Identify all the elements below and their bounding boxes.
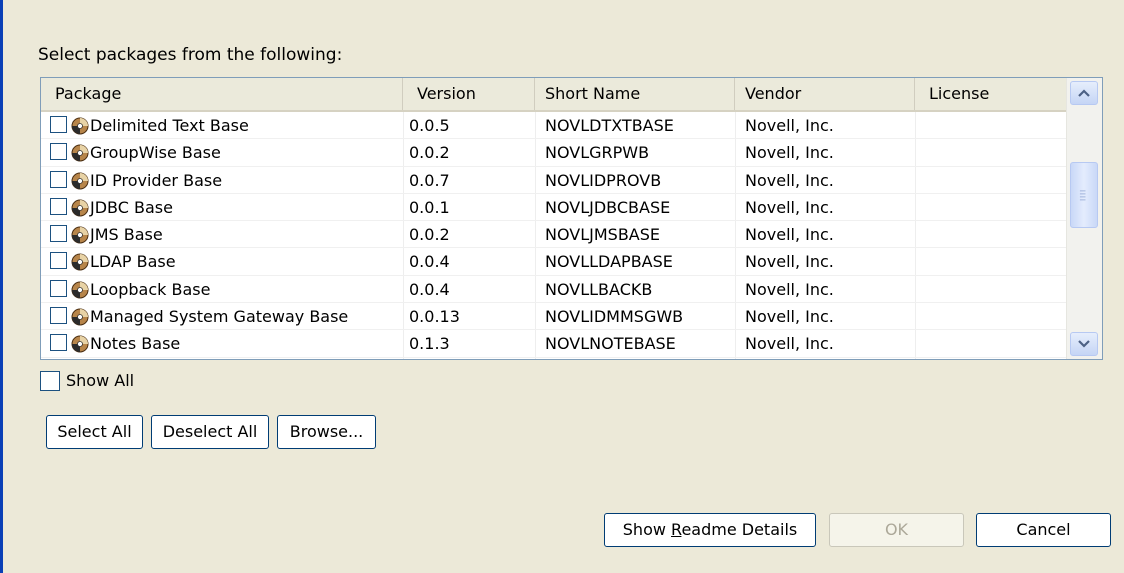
table-row[interactable]: ID Provider Base 0.0.7 NOVLIDPROVB Novell, … [41,167,1067,194]
scroll-thumb[interactable]: ─ ─ ─ ─ [1070,162,1098,228]
package-version: 0.0.13 [409,307,460,327]
package-icon [71,281,89,299]
column-header-package[interactable]: Package [41,78,403,110]
package-icon [71,226,89,244]
column-header-version[interactable]: Version [403,78,535,110]
scroll-down-arrow-icon [1078,340,1090,348]
package-short-name: NOVLJMSBASE [545,225,661,245]
package-name: Managed System Gateway Base [90,307,349,327]
grip-icon: ─ ─ ─ ─ [1080,187,1086,206]
deselect-all-button[interactable]: Deselect All [151,415,269,449]
package-short-name: NOVLJDBCBASE [545,197,671,217]
package-short-name: NOVLNOTEBASE [545,334,676,354]
table-row[interactable]: Delimited Text Base 0.0.5 NOVLDTXTBASE Nove… [41,112,1067,140]
package-name: GroupWise Base [90,143,221,163]
package-name: Loopback Base [90,279,211,299]
table-row[interactable]: Managed System Gateway Base 0.0.13 NOVLIDM… [41,303,1067,331]
select-all-button[interactable]: Select All [46,415,143,449]
package-version: 0.0.5 [409,116,450,135]
package-name: ID Provider Base [90,170,223,190]
package-version: 0.0.2 [409,225,450,245]
show-readme-details-button[interactable]: Show Readme Details [604,513,816,547]
package-version: 0.0.2 [409,143,450,163]
package-icon [71,253,89,271]
show-all-checkbox-box[interactable] [40,371,60,391]
ok-button[interactable]: OK [829,513,964,547]
table-row[interactable]: JDBC Base 0.0.1 NOVLJDBCBASE Novell, Inc. [41,194,1067,222]
package-vendor: Novell, Inc. [745,307,834,327]
readme-label-post: eadme Details [681,520,798,539]
package-vendor: Novell, Inc. [745,197,834,217]
package-icon [71,199,89,217]
package-name: Delimited Text Base [90,116,249,135]
row-checkbox[interactable] [50,170,67,188]
vertical-scrollbar[interactable]: ─ ─ ─ ─ [1066,78,1102,359]
table-body: Delimited Text Base 0.0.5 NOVLDTXTBASE Nove… [41,112,1067,358]
package-icon [71,308,89,326]
browse-button[interactable]: Browse... [277,415,376,449]
package-icon [71,172,89,190]
column-header-short-name[interactable]: Short Name [535,78,735,110]
package-vendor: Novell, Inc. [745,334,834,354]
column-header-vendor[interactable]: Vendor [735,78,915,110]
table-row[interactable]: LDAP Base 0.0.4 NOVLLDAPBASE Novell, Inc. [41,248,1067,276]
package-short-name: NOVLLDAPBASE [545,252,673,272]
column-header-license[interactable]: License [915,78,1067,110]
package-vendor: Novell, Inc. [745,170,834,190]
package-vendor: Novell, Inc. [745,279,834,299]
package-name: JDBC Base [90,197,173,217]
table-row[interactable]: Loopback Base 0.0.4 NOVLLBACKB Novell, Inc. [41,276,1067,304]
window-left-border [0,0,3,573]
instruction-label: Select packages from the following: [38,45,343,65]
package-short-name: NOVLIDMMSGWB [545,307,684,327]
package-short-name: NOVLIDPROVB [545,170,662,190]
package-short-name: NOVLDTXTBASE [545,116,674,135]
package-name: Notes Base [90,334,181,354]
readme-label-pre: Show [622,520,672,539]
package-version: 0.0.4 [409,279,450,299]
show-all-label: Show All [66,371,135,390]
package-version: 0.1.3 [409,334,450,354]
package-icon [71,335,89,353]
row-checkbox[interactable] [50,143,67,161]
package-icon [71,144,89,162]
package-version: 0.0.7 [409,170,450,190]
row-checkbox[interactable] [50,197,67,215]
scroll-up-arrow-icon [1078,89,1090,97]
package-vendor: Novell, Inc. [745,116,834,135]
scroll-down-button[interactable] [1070,332,1098,356]
package-icon [71,117,89,135]
table-row[interactable]: JMS Base 0.0.2 NOVLJMSBASE Novell, Inc. [41,221,1067,249]
cancel-button[interactable]: Cancel [976,513,1111,547]
packages-table: Package Version Short Name Vendor Licens… [40,77,1103,360]
row-checkbox[interactable] [50,307,67,325]
table-header: Package Version Short Name Vendor Licens… [41,78,1067,112]
scroll-up-button[interactable] [1070,81,1098,105]
package-vendor: Novell, Inc. [745,225,834,245]
package-vendor: Novell, Inc. [745,143,834,163]
package-version: 0.0.1 [409,197,450,217]
package-vendor: Novell, Inc. [745,252,834,272]
row-checkbox[interactable] [50,334,67,352]
row-checkbox[interactable] [50,116,67,133]
table-row[interactable]: GroupWise Base 0.0.2 NOVLGRPWB Novell, Inc. [41,139,1067,167]
package-short-name: NOVLLBACKB [545,279,653,299]
package-short-name: NOVLGRPWB [545,143,650,163]
row-checkbox[interactable] [50,225,67,243]
readme-label-mnemonic: R [671,520,682,539]
package-name: JMS Base [90,225,163,245]
package-version: 0.0.4 [409,252,450,272]
package-name: LDAP Base [90,252,176,272]
row-checkbox[interactable] [50,252,67,270]
table-row[interactable]: Notes Base 0.1.3 NOVLNOTEBASE Novell, Inc. [41,330,1067,358]
row-checkbox[interactable] [50,279,67,297]
